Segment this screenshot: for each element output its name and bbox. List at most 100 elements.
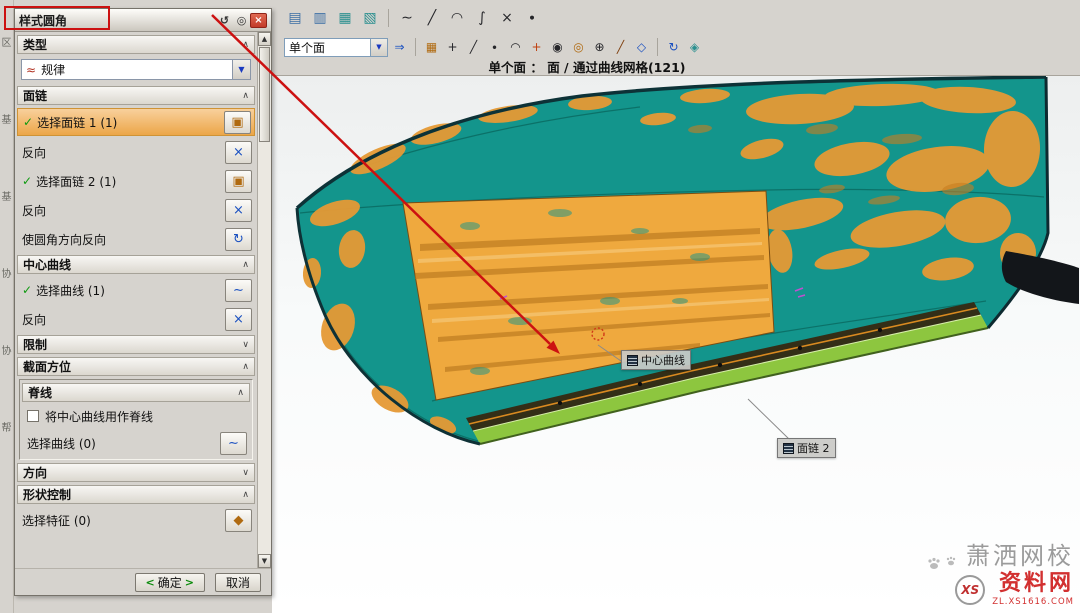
reverse-direction-button[interactable]: × — [225, 199, 252, 222]
snap-midpoint-icon[interactable]: ∙ — [485, 38, 504, 57]
reverse-fillet-label: 使圆角方向反向 — [22, 231, 106, 248]
section-type[interactable]: 类型 ∧ — [17, 35, 255, 54]
scrollbar-track[interactable] — [258, 46, 271, 554]
chevron-down-icon[interactable]: ∨ — [242, 340, 249, 350]
face-chain-select-button[interactable]: ▣ — [224, 111, 251, 134]
face-chain2-tag[interactable]: 面链 2 — [777, 438, 836, 458]
face-chain-select-button[interactable]: ▣ — [225, 170, 252, 193]
reverse-1-label: 反向 — [22, 144, 46, 161]
curve-select-button[interactable]: ∼ — [220, 432, 247, 455]
law-icon: ≈ — [26, 63, 36, 77]
dock-label: 区 — [2, 34, 12, 49]
chevron-up-icon[interactable]: ∧ — [242, 91, 249, 101]
studio-spline-icon[interactable]: ∼ — [396, 7, 418, 29]
snap-quadrant-icon[interactable]: ◎ — [569, 38, 588, 57]
section-face-chain[interactable]: 面链 ∧ — [17, 86, 255, 105]
dialog-titlebar[interactable]: 样式圆角 ↺ ◎ × — [15, 9, 271, 32]
section-center-curve-label: 中心曲线 — [23, 256, 71, 273]
reverse-fillet-button[interactable]: ↻ — [225, 228, 252, 251]
reverse-2-label: 反向 — [22, 202, 46, 219]
close-icon[interactable]: × — [250, 13, 267, 28]
dock-label: 协 — [2, 342, 12, 357]
row-spine-checkbox[interactable]: 将中心曲线用作脊线 — [22, 405, 250, 427]
line-icon[interactable]: ╱ — [421, 7, 443, 29]
select-feature-label: 选择特征 (0) — [22, 512, 91, 529]
section-direction[interactable]: 方向 ∨ — [17, 463, 255, 482]
snap-existing-point-icon[interactable]: ⊕ — [590, 38, 609, 57]
chevron-up-icon[interactable]: ∧ — [237, 388, 244, 398]
toolbar-separator — [657, 38, 658, 56]
ok-button[interactable]: < 确定 > — [135, 573, 205, 592]
snap-point-icon[interactable]: + — [443, 38, 462, 57]
watermark-brand: 资料网 — [992, 573, 1074, 595]
sew-surface-icon[interactable]: ▦ — [334, 7, 356, 29]
reverse-direction-button[interactable]: × — [225, 308, 252, 331]
selection-scope-value: 单个面 — [289, 39, 325, 56]
center-curve-tag[interactable]: 中心曲线 — [621, 350, 691, 370]
offset-surface-icon[interactable]: ▧ — [359, 7, 381, 29]
chevron-down-icon[interactable]: ∨ — [242, 468, 249, 478]
row-reverse-3[interactable]: 反向 × — [17, 306, 255, 332]
chevron-up-icon[interactable]: ∧ — [242, 490, 249, 500]
dock-label: 基 — [2, 188, 12, 203]
copy-face-icon[interactable]: ▥ — [309, 7, 331, 29]
conic-curve-icon[interactable]: ∫ — [471, 7, 493, 29]
row-reverse-2[interactable]: 反向 × — [17, 197, 255, 223]
row-select-feature[interactable]: 选择特征 (0) ◆ — [17, 507, 255, 533]
snap-point-on-curve-icon[interactable]: ╱ — [611, 38, 630, 57]
row-select-face-chain-1[interactable]: ✓ 选择面链 1 (1) ▣ — [17, 108, 255, 136]
scroll-down-icon[interactable]: ▼ — [258, 554, 271, 568]
point-icon[interactable]: ∙ — [521, 7, 543, 29]
row-select-curve[interactable]: ✓ 选择曲线 (1) ∼ — [17, 277, 255, 303]
scroll-up-icon[interactable]: ▲ — [258, 32, 271, 46]
section-type-label: 类型 — [23, 36, 47, 53]
arc-icon[interactable]: ◠ — [446, 7, 468, 29]
graphics-viewport[interactable] — [272, 75, 1080, 613]
apply-direction-icon[interactable]: ⇒ — [390, 38, 409, 57]
style-fillet-dialog[interactable]: 样式圆角 ↺ ◎ × 类型 ∧ ≈ 规律 ▼ — [14, 8, 272, 596]
section-center-curve[interactable]: 中心曲线 ∧ — [17, 255, 255, 274]
type-combo[interactable]: ≈ 规律 ▼ — [21, 59, 251, 80]
section-spine[interactable]: 脊线 ∧ — [22, 383, 250, 402]
select-curve-label: 选择曲线 (1) — [36, 282, 105, 299]
snap-tangent-icon[interactable]: ◇ — [632, 38, 651, 57]
section-orientation[interactable]: 截面方位 ∧ — [17, 357, 255, 376]
chevron-down-icon[interactable]: ▼ — [232, 60, 250, 79]
row-reverse-fillet-direction[interactable]: 使圆角方向反向 ↻ — [17, 226, 255, 252]
chevron-up-icon[interactable]: ∧ — [242, 40, 249, 50]
snap-grid-icon[interactable]: ▦ — [422, 38, 441, 57]
snap-arc-center-icon[interactable]: ◠ — [506, 38, 525, 57]
scrollbar-thumb[interactable] — [259, 47, 270, 142]
cancel-button[interactable]: 取消 — [215, 573, 261, 592]
left-dock-strip[interactable]: 区 基 基 协 协 帮 — [0, 0, 14, 613]
checkbox-icon[interactable] — [27, 410, 39, 422]
section-limits[interactable]: 限制 ∨ — [17, 335, 255, 354]
snap-endpoint-icon[interactable]: ╱ — [464, 38, 483, 57]
gear-icon[interactable]: ◎ — [233, 13, 250, 28]
feature-select-button[interactable]: ◆ — [225, 509, 252, 532]
selection-toolbar: 单个面 ▼ ⇒ ▦ + ╱ ∙ ◠ + ◉ ◎ ⊕ ╱ ◇ ↻ ◈ — [272, 36, 1080, 58]
row-spine-select-curve[interactable]: 选择曲线 (0) ∼ — [22, 430, 250, 456]
row-reverse-1[interactable]: 反向 × — [17, 139, 255, 165]
reverse-direction-button[interactable]: × — [225, 141, 252, 164]
select-face-chain-1-label: 选择面链 1 (1) — [37, 114, 117, 131]
extract-body-icon[interactable]: ▤ — [284, 7, 306, 29]
snap-intersection-icon[interactable]: + — [527, 38, 546, 57]
paw-icon — [926, 555, 960, 571]
curve-select-button[interactable]: ∼ — [225, 279, 252, 302]
section-shape-control[interactable]: 形状控制 ∧ — [17, 485, 255, 504]
row-select-face-chain-2[interactable]: ✓ 选择面链 2 (1) ▣ — [17, 168, 255, 194]
refresh-icon[interactable]: ↻ — [664, 38, 683, 57]
pan-icon[interactable]: ◈ — [685, 38, 704, 57]
selection-scope-combo[interactable]: 单个面 ▼ — [284, 38, 388, 57]
snap-center-icon[interactable]: ◉ — [548, 38, 567, 57]
intersection-curve-icon[interactable]: × — [496, 7, 518, 29]
reset-icon[interactable]: ↺ — [216, 13, 233, 28]
chevron-up-icon[interactable]: ∧ — [242, 260, 249, 270]
section-direction-label: 方向 — [23, 464, 47, 481]
type-combo-value: 规律 — [41, 61, 65, 78]
dialog-scrollbar[interactable]: ▲ ▼ — [257, 32, 271, 568]
dock-label: 基 — [2, 111, 12, 126]
chevron-down-icon[interactable]: ▼ — [370, 39, 387, 56]
chevron-up-icon[interactable]: ∧ — [242, 362, 249, 372]
